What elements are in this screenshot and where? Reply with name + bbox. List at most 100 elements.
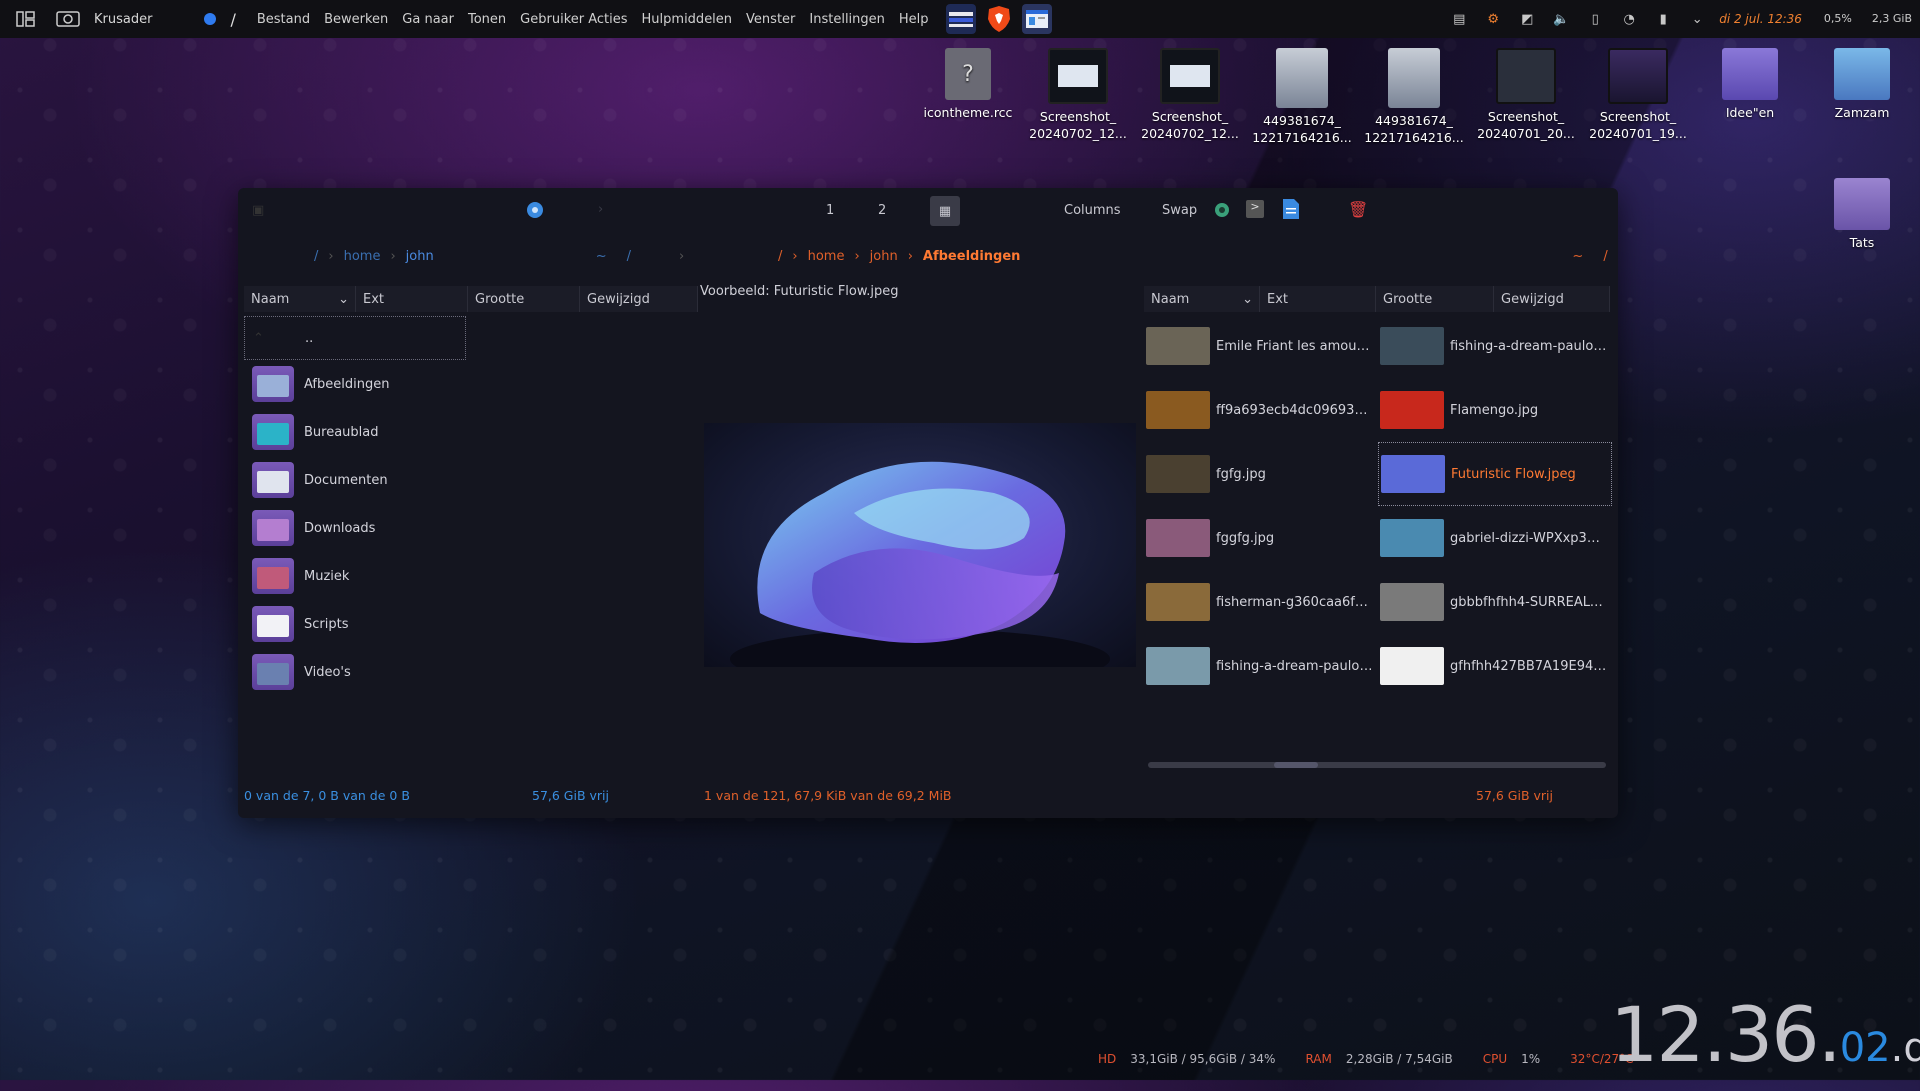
tab-2[interactable]: 2 [878, 203, 886, 218]
desktop-icon-tats[interactable]: Tats [1808, 178, 1916, 251]
battery-icon[interactable]: ▮ [1651, 7, 1675, 31]
horizontal-scrollbar[interactable] [1148, 762, 1606, 768]
grid-item[interactable]: fggfg.jpg [1144, 506, 1378, 570]
view-mode-button[interactable]: ▦ [930, 196, 960, 226]
menu-gebruiker-acties[interactable]: Gebruiker Acties [513, 12, 634, 27]
forward-icon[interactable]: › [598, 202, 603, 217]
terminal-icon[interactable]: > [1246, 200, 1264, 218]
grid-item[interactable]: gabriel-dizzi-WPXxp36tk... [1378, 506, 1612, 570]
left-path-home[interactable]: home [344, 249, 381, 264]
menu-hulpmiddelen[interactable]: Hulpmiddelen [635, 12, 740, 27]
columns-button[interactable]: Columns [1064, 203, 1121, 218]
right-path-john[interactable]: john [870, 249, 898, 264]
desktop-icon-screenshot-3[interactable]: Screenshot_ 20240701_20... [1472, 48, 1580, 142]
right-path-home[interactable]: home [808, 249, 845, 264]
menu-ga-naar[interactable]: Ga naar [395, 12, 461, 27]
folder-icon [252, 414, 294, 450]
delete-icon[interactable]: 🗑 [1348, 200, 1368, 219]
grid-item[interactable]: Futuristic Flow.jpeg [1378, 442, 1612, 506]
col-size[interactable]: Grootte [468, 286, 580, 312]
grid-item[interactable]: fishing-a-dream-pauloo-... [1378, 314, 1612, 378]
parent-dir-row[interactable]: ⌃ .. [244, 316, 466, 360]
list-item-label: Afbeeldingen [304, 376, 390, 392]
desktop-icon-screenshot-2[interactable]: Screenshot_ 20240702_12... [1136, 48, 1244, 142]
chevron-right-icon[interactable]: › [679, 249, 684, 264]
list-item[interactable]: Afbeeldingen [244, 360, 714, 408]
document-icon[interactable] [1282, 198, 1300, 224]
menu-bewerken[interactable]: Bewerken [317, 12, 395, 27]
sidebar-toggle-icon[interactable]: ▣ [252, 203, 264, 218]
grid-item[interactable]: gfhfhh427BB7A19E947520... [1378, 634, 1612, 698]
right-path-current[interactable]: Afbeeldingen [923, 249, 1021, 264]
grid-item[interactable]: fgfg.jpg [1144, 442, 1378, 506]
phone-icon[interactable]: ▯ [1583, 7, 1607, 31]
menu-bestand[interactable]: Bestand [250, 12, 317, 27]
grid-item-label: fishing-a-dream-paulo-d... [1216, 658, 1374, 674]
desktop-icon-icontheme[interactable]: ? icontheme.rcc [914, 48, 1022, 121]
desktop-icon-photo-2[interactable]: 449381674_ 12217164216... [1360, 48, 1468, 146]
grid-item[interactable]: ff9a693ecb4dc096932fe... [1144, 378, 1378, 442]
left-path-john[interactable]: john [406, 249, 434, 264]
list-item[interactable]: Muziek [244, 552, 714, 600]
col-name[interactable]: Naam ⌄ [1144, 286, 1260, 312]
right-path-root[interactable]: / [778, 249, 782, 264]
list-item[interactable]: Documenten [244, 456, 714, 504]
preview-title: Voorbeeld: Futuristic Flow.jpeg [700, 284, 899, 299]
list-item[interactable]: Scripts [244, 600, 714, 648]
desktop-icon-screenshot-1[interactable]: Screenshot_ 20240702_12... [1024, 48, 1132, 142]
abstract-shape-image [730, 461, 1110, 667]
folder-emblem [257, 567, 289, 589]
sync-icon[interactable] [1213, 201, 1231, 223]
krusader-task-icon[interactable] [1021, 4, 1052, 34]
folder-icon [1722, 48, 1778, 100]
brave-browser-icon[interactable] [984, 4, 1014, 34]
col-ext[interactable]: Ext [1260, 286, 1376, 312]
panel-clock[interactable]: di 2 jul. 12:36 [1719, 12, 1802, 26]
col-modified[interactable]: Gewijzigd [580, 286, 698, 312]
menu-help[interactable]: Help [892, 12, 936, 27]
ram-value: 2,28GiB / 7,54GiB [1345, 1052, 1453, 1066]
window-switcher-icon[interactable] [945, 4, 976, 34]
volume-icon[interactable]: 🔈 [1549, 7, 1573, 31]
grid-item[interactable]: gbbbfhfhh4-SURREAL-J... [1378, 570, 1612, 634]
menu-instellingen[interactable]: Instellingen [802, 12, 892, 27]
desktop-icon-ideeen[interactable]: Idee"en [1696, 48, 1804, 121]
scrollbar-thumb[interactable] [1274, 762, 1318, 768]
desktop-icon-photo-1[interactable]: 449381674_ 12217164216... [1248, 48, 1356, 146]
list-item-label: Documenten [304, 472, 388, 488]
list-item[interactable]: Video's [244, 648, 714, 696]
grid-item[interactable]: Emile Friant les amoure... [1144, 314, 1378, 378]
refresh-icon[interactable] [526, 201, 544, 223]
left-path-root[interactable]: / [314, 249, 318, 264]
folder-icon [252, 510, 294, 546]
notes-icon[interactable]: ▤ [1447, 7, 1471, 31]
desktop-icon-label: Zamzam [1834, 105, 1890, 120]
col-size[interactable]: Grootte [1376, 286, 1494, 312]
updates-icon[interactable]: ⚙ [1481, 7, 1505, 31]
image-thumbnail [1380, 327, 1444, 365]
list-item[interactable]: Downloads [244, 504, 714, 552]
swap-button[interactable]: Swap [1162, 203, 1197, 218]
network-icon[interactable]: ◔ [1617, 7, 1641, 31]
screenshot-icon[interactable] [56, 7, 80, 31]
left-home-shortcut[interactable]: ~ [596, 249, 607, 264]
list-item[interactable]: Bureaublad [244, 408, 714, 456]
menu-venster[interactable]: Venster [739, 12, 802, 27]
chevron-down-icon[interactable]: ⌄ [1685, 7, 1709, 31]
chevron-right-icon: › [854, 248, 860, 264]
desktop-icon-screenshot-4[interactable]: Screenshot_ 20240701_19... [1584, 48, 1692, 142]
grid-item[interactable]: fishing-a-dream-paulo-d... [1144, 634, 1378, 698]
desktop-icon-zamzam[interactable]: Zamzam [1808, 48, 1916, 121]
right-root-shortcut[interactable]: / [1603, 249, 1607, 264]
menu-tonen[interactable]: Tonen [461, 12, 513, 27]
grid-item[interactable]: Flamengo.jpg [1378, 378, 1612, 442]
clipboard-icon[interactable]: ◩ [1515, 7, 1539, 31]
activities-icon[interactable] [14, 7, 38, 31]
col-name[interactable]: Naam ⌄ [244, 286, 356, 312]
left-root-shortcut[interactable]: / [627, 249, 631, 264]
tab-1[interactable]: 1 [826, 203, 834, 218]
right-home-shortcut[interactable]: ~ [1572, 249, 1583, 264]
grid-item[interactable]: fisherman-g360caa6f3_... [1144, 570, 1378, 634]
col-ext[interactable]: Ext [356, 286, 468, 312]
col-modified[interactable]: Gewijzigd [1494, 286, 1610, 312]
